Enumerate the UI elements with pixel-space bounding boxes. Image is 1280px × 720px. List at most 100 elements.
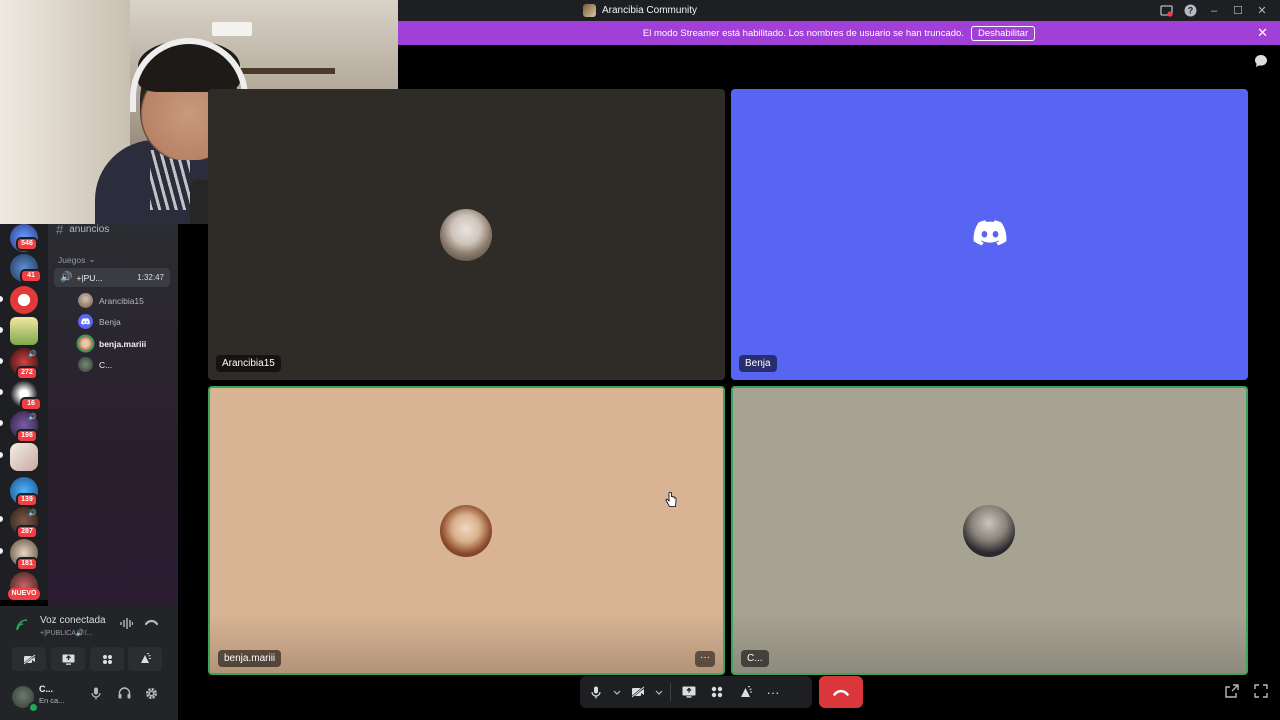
activities-button[interactable] [90, 647, 124, 671]
hash-icon: # [56, 222, 64, 237]
close-window-button[interactable]: ✕ [1250, 0, 1274, 21]
webcam-air-conditioner [212, 22, 252, 36]
speaker-icon: 🔊 [28, 414, 37, 421]
user-panel: C... En ca... [0, 676, 178, 720]
disconnect-call-button[interactable] [819, 676, 863, 708]
camera-off-button[interactable] [624, 676, 652, 708]
voice-user-name: Benja [99, 316, 121, 327]
hang-up-icon [833, 689, 849, 696]
call-controls-bar: ··· [580, 676, 812, 708]
speaker-icon: 🔊 [28, 510, 37, 517]
server-icon[interactable] [10, 286, 38, 314]
mention-badge: 287 [16, 525, 38, 539]
unread-indicator [0, 389, 3, 395]
mention-badge: 272 [16, 366, 38, 380]
tile-gradient [210, 613, 723, 673]
disconnect-icon[interactable] [144, 618, 159, 630]
chat-bubble-icon[interactable] [1254, 54, 1268, 71]
mic-options-chevron-icon[interactable] [610, 676, 624, 708]
avatar [440, 209, 492, 261]
participant-name: benja.mariii [218, 650, 282, 667]
speaker-icon: 🔊 [28, 351, 37, 358]
camera-off-icon [631, 686, 645, 698]
mention-badge: 139 [16, 493, 38, 507]
tile-gradient [733, 613, 1246, 673]
online-status-dot [28, 702, 39, 713]
screen-share-button[interactable] [675, 676, 703, 708]
minimize-button[interactable]: – [1202, 0, 1226, 21]
guild-icon [582, 4, 596, 17]
voice-channel-name: +|PU... [76, 272, 103, 283]
maximize-button[interactable]: ☐ [1226, 0, 1250, 21]
help-icon[interactable]: ? [1178, 0, 1202, 21]
mention-badge: 16 [20, 397, 42, 411]
user-status[interactable]: En ca... [39, 696, 64, 705]
microphone-icon [591, 686, 601, 698]
soundboard-icon [740, 685, 752, 697]
activities-icon [102, 654, 112, 664]
inbox-icon[interactable] [1154, 0, 1178, 21]
server-icon[interactable] [10, 443, 38, 471]
voice-channel-publica[interactable]: 🔊 +|PU... 1:32:47 [54, 268, 170, 287]
headphones-icon[interactable] [118, 687, 131, 702]
unread-indicator [0, 452, 3, 458]
voice-connected-channel[interactable]: +|PUBLICA🔊/... [40, 629, 92, 637]
avatar [963, 505, 1015, 557]
settings-gear-icon[interactable] [145, 687, 158, 703]
more-options-button[interactable]: ··· [759, 676, 787, 708]
avatar [78, 293, 93, 308]
username[interactable]: C... [39, 684, 53, 694]
activities-button[interactable] [703, 676, 731, 708]
voice-connected-status[interactable]: Voz conectada [40, 615, 106, 626]
video-tile-benja-mariii[interactable]: benja.mariii ··· [208, 386, 725, 675]
mention-badge: 181 [16, 557, 38, 571]
microphone-button[interactable] [582, 676, 610, 708]
voice-user-name: Arancibia15 [99, 295, 144, 306]
streamer-mode-message: El modo Streamer está habilitado. Los no… [642, 27, 964, 39]
unread-indicator [0, 358, 3, 364]
soundboard-icon [141, 653, 151, 663]
divider [670, 683, 671, 701]
video-tile-benja[interactable]: Benja [731, 89, 1248, 380]
disable-streamer-mode-button[interactable]: Deshabilitar [970, 25, 1036, 41]
popout-icon[interactable] [1225, 684, 1239, 701]
soundboard-wave-icon[interactable] [120, 618, 134, 632]
screen-share-icon [62, 654, 74, 665]
soundboard-button[interactable] [731, 676, 759, 708]
unread-indicator [0, 327, 3, 333]
screen-share-button[interactable] [51, 647, 85, 671]
camera-off-button[interactable] [12, 647, 46, 671]
camera-options-chevron-icon[interactable] [652, 676, 666, 708]
discord-logo-icon [78, 314, 93, 329]
voice-channel-timer: 1:32:47 [137, 273, 164, 282]
avatar [78, 336, 93, 351]
category-juegos[interactable]: Juegos ⌄ [58, 254, 96, 265]
close-banner-icon[interactable]: ✕ [1257, 25, 1268, 41]
participant-name: Arancibia15 [216, 355, 281, 372]
channel-name: anuncios [69, 224, 110, 235]
server-icon[interactable] [10, 317, 38, 345]
new-badge[interactable]: NUEVO [8, 588, 40, 600]
unread-indicator [0, 420, 3, 426]
discord-logo-icon [973, 220, 1007, 251]
channel-anuncios[interactable]: # anuncios [56, 222, 109, 237]
voice-user-benja-mariii[interactable]: benja.mariii [78, 336, 146, 351]
microphone-icon[interactable] [91, 687, 101, 703]
more-options-button[interactable]: ··· [695, 651, 715, 667]
voice-user-name: C... [99, 359, 113, 370]
fullscreen-icon[interactable] [1254, 684, 1268, 701]
video-tile-arancibia15[interactable]: Arancibia15 [208, 89, 725, 380]
titlebar-controls: ? – ☐ ✕ [1154, 0, 1274, 21]
voice-user-c[interactable]: C... [78, 357, 112, 372]
chevron-down-icon: ⌄ [88, 254, 96, 264]
video-tile-c[interactable]: C... [731, 386, 1248, 675]
voice-user-arancibia15[interactable]: Arancibia15 [78, 293, 144, 308]
unread-indicator [0, 516, 3, 522]
mention-badge: 198 [16, 429, 38, 443]
signal-icon[interactable] [16, 619, 30, 634]
soundboard-button[interactable] [128, 647, 162, 671]
voice-user-benja[interactable]: Benja [78, 314, 121, 329]
camera-off-icon [22, 653, 36, 665]
streamer-mode-banner: El modo Streamer está habilitado. Los no… [398, 21, 1280, 45]
category-name: Juegos [58, 254, 86, 265]
